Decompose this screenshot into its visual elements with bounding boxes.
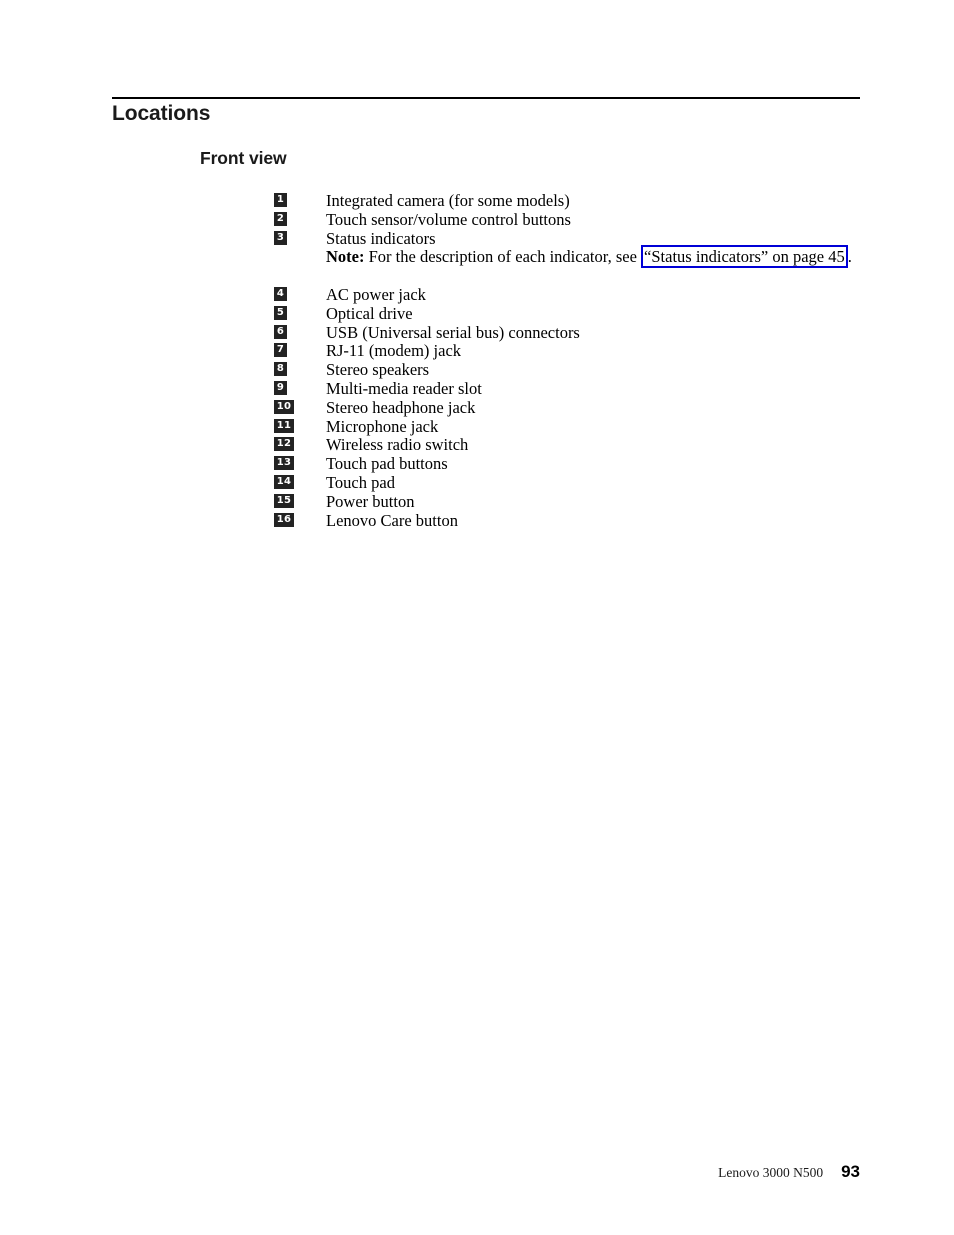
list-item: 2 Touch sensor/volume control buttons [274, 209, 874, 230]
callout-label: Stereo headphone jack [326, 397, 476, 417]
callout-label: Stereo speakers [326, 360, 430, 380]
footer-product-name: Lenovo 3000 N500 [718, 1165, 824, 1180]
callout-label: Integrated camera (for some models) [326, 191, 570, 210]
list-item: 13 Touch pad buttons [274, 454, 874, 474]
list-item: 10 Stereo headphone jack [274, 397, 874, 418]
callout-badge: 14 [274, 474, 294, 489]
note-text-before-link: For the description of each indicator, s… [364, 247, 642, 267]
status-indicators-link[interactable]: “Status indicators” on page 45 [641, 245, 848, 269]
parts-list: 1 Integrated camera (for some models) 2 … [274, 191, 874, 531]
callout-badge: 7 [274, 343, 287, 358]
callout-label: RJ-11 (modem) jack [326, 341, 462, 361]
callout-badge: 12 [274, 437, 294, 452]
note-paragraph: Note: For the description of each indica… [326, 245, 871, 269]
callout-label: USB (Universal serial bus) connectors [326, 322, 580, 342]
callout-label: Microphone jack [326, 416, 439, 436]
list-item: 7 RJ-11 (modem) jack [274, 342, 874, 361]
document-page: Locations Front view 1 Integrated camera… [0, 0, 954, 1235]
callout-badge: 10 [274, 399, 294, 414]
status-indicators-note: Note: For the description of each indica… [274, 245, 874, 286]
callout-badge: 9 [274, 380, 287, 395]
list-item: 14 Touch pad [274, 472, 874, 493]
callout-label: AC power jack [326, 284, 426, 304]
list-item: 4 AC power jack [274, 284, 874, 305]
callout-label: Power button [326, 491, 415, 511]
callout-label: Wireless radio switch [326, 435, 469, 455]
list-item: 5 Optical drive [274, 303, 874, 324]
callout-badge: 5 [274, 305, 287, 320]
callout-label: Touch pad buttons [326, 454, 448, 474]
note-prefix: Note: [326, 247, 365, 267]
page-title: Locations [112, 102, 211, 125]
callout-label: Multi-media reader slot [326, 378, 482, 398]
callout-label: Status indicators [326, 228, 436, 248]
page-footer: Lenovo 3000 N500 93 [0, 1162, 860, 1182]
callout-badge: 3 [274, 230, 287, 245]
list-item: 9 Multi-media reader slot [274, 378, 874, 399]
list-item: 12 Wireless radio switch [274, 436, 874, 455]
footer-page-number: 93 [841, 1162, 860, 1181]
note-text-after-link: . [847, 247, 852, 267]
callout-label: Lenovo Care button [326, 510, 458, 530]
callout-badge: 11 [274, 418, 294, 433]
subsection-title: Front view [200, 148, 287, 168]
callout-badge: 4 [274, 286, 287, 301]
list-item: 16 Lenovo Care button [274, 510, 874, 531]
callout-badge: 15 [274, 493, 294, 508]
callout-badge: 8 [274, 362, 287, 377]
callout-badge: 6 [274, 324, 287, 339]
list-item: 1 Integrated camera (for some models) [274, 191, 874, 211]
header-divider [112, 97, 860, 99]
callout-label: Optical drive [326, 303, 413, 323]
list-item: 15 Power button [274, 491, 874, 512]
callout-badge: 1 [274, 193, 287, 207]
callout-badge: 2 [274, 211, 287, 226]
callout-badge: 13 [274, 456, 294, 471]
callout-badge: 16 [274, 512, 294, 527]
list-item: 8 Stereo speakers [274, 360, 874, 380]
callout-label: Touch pad [326, 472, 395, 492]
callout-label: Touch sensor/volume control buttons [326, 209, 571, 229]
list-item: 6 USB (Universal serial bus) connectors [274, 322, 874, 343]
list-item: 11 Microphone jack [274, 416, 874, 437]
